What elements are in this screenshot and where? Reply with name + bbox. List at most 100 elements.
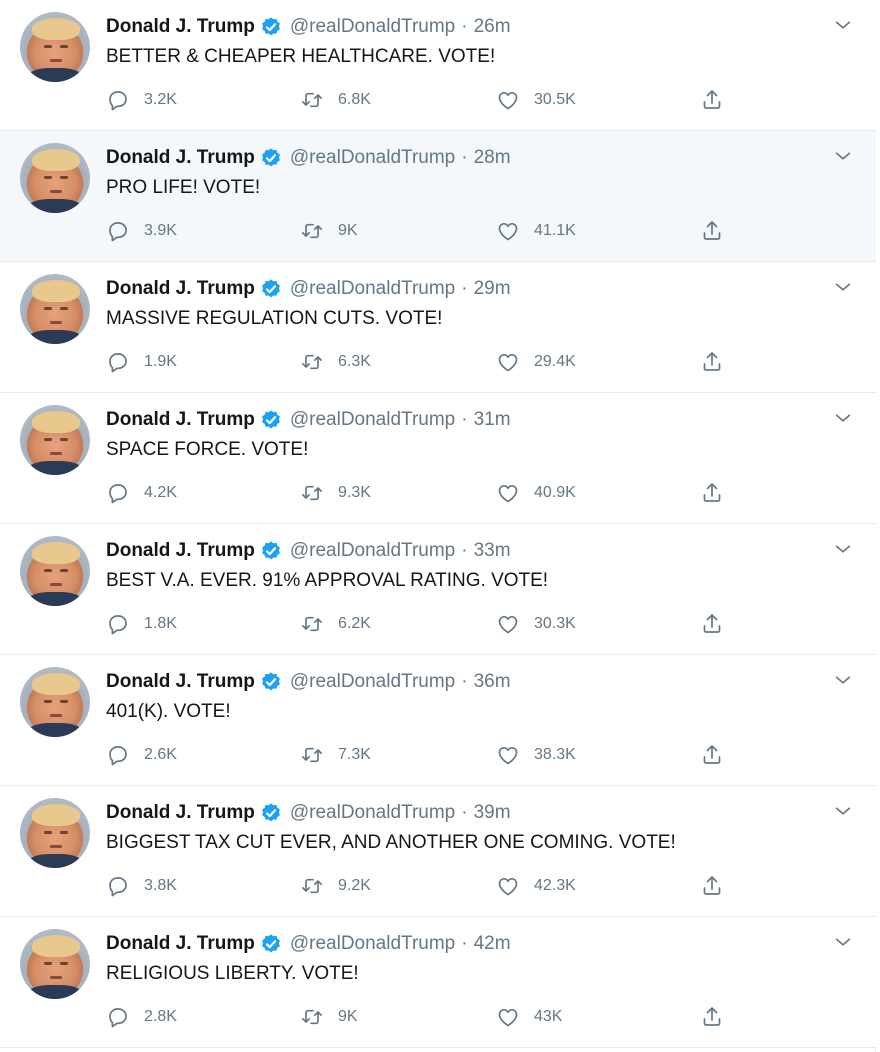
reply-button[interactable]: 1.9K	[106, 348, 177, 376]
avatar[interactable]	[20, 536, 90, 606]
author-name[interactable]: Donald J. Trump	[106, 671, 255, 693]
author-name[interactable]: Donald J. Trump	[106, 278, 255, 300]
share-button[interactable]	[700, 479, 724, 507]
reply-count: 3.2K	[144, 91, 177, 108]
like-button[interactable]: 30.5K	[496, 86, 576, 114]
timestamp[interactable]: 28m	[474, 147, 511, 169]
like-button[interactable]: 30.3K	[496, 610, 576, 638]
reply-button[interactable]: 3.8K	[106, 872, 177, 900]
chevron-down-icon[interactable]	[832, 14, 854, 36]
timestamp[interactable]: 39m	[474, 802, 511, 824]
tweet[interactable]: Donald J. Trump @realDonaldTrump · 42m R…	[0, 917, 876, 1048]
reply-button[interactable]: 3.2K	[106, 86, 177, 114]
author-handle[interactable]: @realDonaldTrump	[290, 540, 455, 562]
author-name[interactable]: Donald J. Trump	[106, 409, 255, 431]
like-button[interactable]: 40.9K	[496, 479, 576, 507]
chevron-down-icon[interactable]	[832, 276, 854, 298]
author-name[interactable]: Donald J. Trump	[106, 933, 255, 955]
reply-icon	[109, 615, 127, 635]
tweet[interactable]: Donald J. Trump @realDonaldTrump · 31m S…	[0, 393, 876, 524]
avatar-suit	[28, 985, 82, 999]
chevron-down-icon[interactable]	[832, 931, 854, 953]
tweet[interactable]: Donald J. Trump @realDonaldTrump · 28m P…	[0, 131, 876, 262]
avatar-eye	[60, 962, 68, 965]
share-button[interactable]	[700, 741, 724, 769]
retweet-button[interactable]: 6.2K	[300, 610, 371, 638]
verified-badge-icon	[261, 541, 280, 560]
avatar-eye	[60, 831, 68, 834]
retweet-button[interactable]: 6.8K	[300, 86, 371, 114]
avatar[interactable]	[20, 143, 90, 213]
author-name[interactable]: Donald J. Trump	[106, 802, 255, 824]
chevron-down-icon[interactable]	[832, 407, 854, 429]
timestamp[interactable]: 29m	[474, 278, 511, 300]
avatar-eye	[44, 962, 52, 965]
retweet-button[interactable]: 9.2K	[300, 872, 371, 900]
avatar[interactable]	[20, 798, 90, 868]
avatar-hair	[32, 18, 80, 40]
timestamp[interactable]: 33m	[474, 540, 511, 562]
author-name[interactable]: Donald J. Trump	[106, 16, 255, 38]
author-name[interactable]: Donald J. Trump	[106, 147, 255, 169]
author-handle[interactable]: @realDonaldTrump	[290, 802, 455, 824]
verified-badge-icon	[261, 672, 280, 691]
separator-dot: ·	[461, 540, 468, 561]
tweet[interactable]: Donald J. Trump @realDonaldTrump · 26m B…	[0, 0, 876, 131]
chevron-down-icon[interactable]	[832, 669, 854, 691]
reply-button[interactable]: 4.2K	[106, 479, 177, 507]
like-icon	[498, 91, 518, 110]
avatar[interactable]	[20, 929, 90, 999]
reply-button[interactable]: 3.9K	[106, 217, 177, 245]
share-button[interactable]	[700, 86, 724, 114]
tweet-text: MASSIVE REGULATION CUTS. VOTE!	[106, 308, 443, 329]
chevron-down-icon[interactable]	[832, 538, 854, 560]
avatar-hair	[32, 673, 80, 695]
like-button[interactable]: 41.1K	[496, 217, 576, 245]
retweet-button[interactable]: 6.3K	[300, 348, 371, 376]
author-handle[interactable]: @realDonaldTrump	[290, 147, 455, 169]
tweet[interactable]: Donald J. Trump @realDonaldTrump · 33m B…	[0, 524, 876, 655]
timestamp[interactable]: 26m	[474, 16, 511, 38]
timestamp[interactable]: 36m	[474, 671, 511, 693]
tweet-header: Donald J. Trump @realDonaldTrump · 29m	[106, 276, 511, 302]
reply-button[interactable]: 2.8K	[106, 1003, 177, 1031]
like-icon	[498, 877, 518, 896]
share-button[interactable]	[700, 348, 724, 376]
timestamp[interactable]: 42m	[474, 933, 511, 955]
avatar-eye	[60, 700, 68, 703]
avatar[interactable]	[20, 12, 90, 82]
author-handle[interactable]: @realDonaldTrump	[290, 16, 455, 38]
share-button[interactable]	[700, 610, 724, 638]
author-handle[interactable]: @realDonaldTrump	[290, 278, 455, 300]
share-button[interactable]	[700, 872, 724, 900]
author-handle[interactable]: @realDonaldTrump	[290, 933, 455, 955]
retweet-button[interactable]: 9K	[300, 1003, 358, 1031]
reply-button[interactable]: 2.6K	[106, 741, 177, 769]
share-button[interactable]	[700, 217, 724, 245]
timestamp[interactable]: 31m	[474, 409, 511, 431]
retweet-button[interactable]: 9K	[300, 217, 358, 245]
tweet[interactable]: Donald J. Trump @realDonaldTrump · 29m M…	[0, 262, 876, 393]
share-button[interactable]	[700, 1003, 724, 1031]
retweet-count: 9K	[338, 1008, 358, 1025]
reply-icon	[109, 484, 127, 504]
retweet-button[interactable]: 9.3K	[300, 479, 371, 507]
author-name[interactable]: Donald J. Trump	[106, 540, 255, 562]
chevron-down-icon[interactable]	[832, 800, 854, 822]
avatar[interactable]	[20, 274, 90, 344]
reply-icon	[109, 353, 127, 373]
reply-button[interactable]: 1.8K	[106, 610, 177, 638]
retweet-icon	[301, 485, 323, 501]
like-button[interactable]: 43K	[496, 1003, 562, 1031]
tweet[interactable]: Donald J. Trump @realDonaldTrump · 39m B…	[0, 786, 876, 917]
author-handle[interactable]: @realDonaldTrump	[290, 409, 455, 431]
chevron-down-icon[interactable]	[832, 145, 854, 167]
author-handle[interactable]: @realDonaldTrump	[290, 671, 455, 693]
avatar[interactable]	[20, 667, 90, 737]
avatar[interactable]	[20, 405, 90, 475]
like-button[interactable]: 29.4K	[496, 348, 576, 376]
retweet-button[interactable]: 7.3K	[300, 741, 371, 769]
like-button[interactable]: 38.3K	[496, 741, 576, 769]
tweet[interactable]: Donald J. Trump @realDonaldTrump · 36m 4…	[0, 655, 876, 786]
like-button[interactable]: 42.3K	[496, 872, 576, 900]
